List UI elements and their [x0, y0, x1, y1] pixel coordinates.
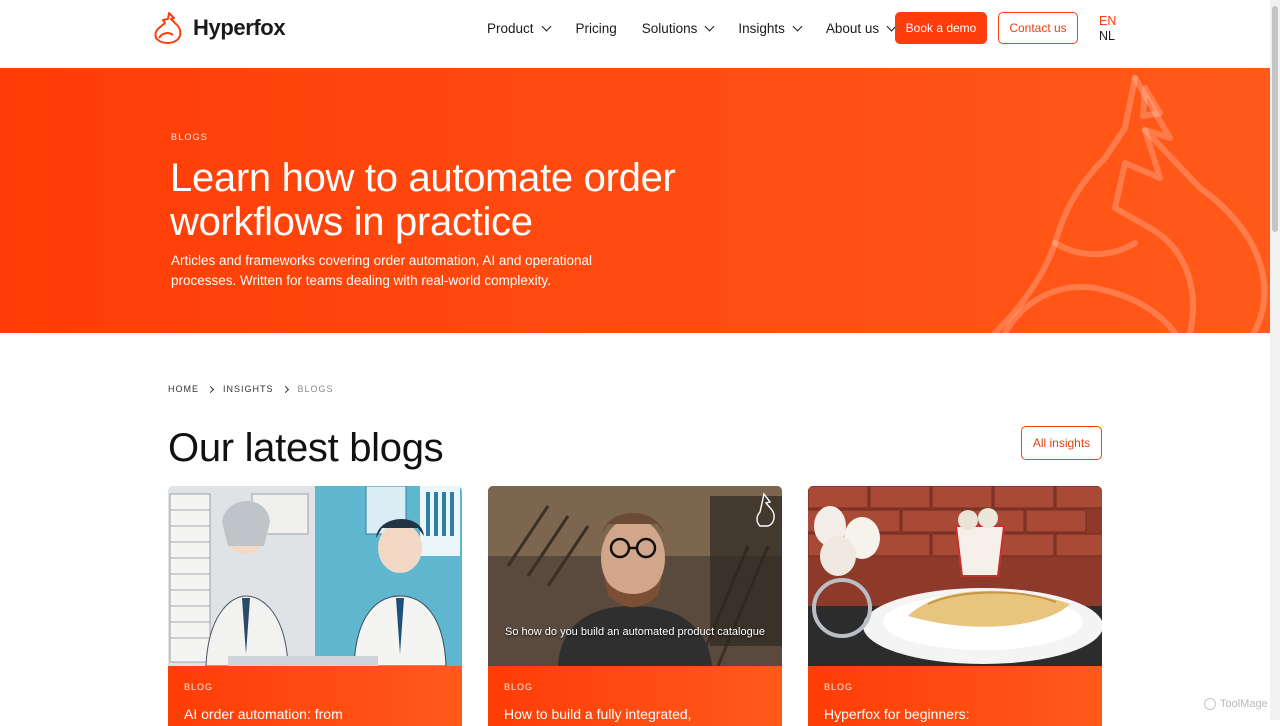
language-switcher: EN NL	[1099, 14, 1116, 43]
card-body: BLOG Hyperfox for beginners:	[808, 666, 1102, 726]
book-demo-button[interactable]: Book a demo	[895, 12, 987, 44]
blog-card[interactable]: So how do you build an automated product…	[488, 486, 782, 726]
blog-card[interactable]: BLOG Hyperfox for beginners:	[808, 486, 1102, 726]
nav-insights-label: Insights	[738, 20, 785, 36]
nav-pricing[interactable]: Pricing	[576, 21, 617, 36]
nav-pricing-label: Pricing	[575, 20, 617, 36]
chevron-down-icon	[792, 21, 803, 31]
main-nav: Product Pricing Solutions Insights About…	[487, 18, 897, 38]
toolmage-logo-icon	[1204, 698, 1216, 710]
video-caption: So how do you build an automated product…	[505, 626, 765, 638]
contact-us-button[interactable]: Contact us	[998, 12, 1078, 44]
chevron-right-icon	[281, 385, 289, 393]
nav-solutions-label: Solutions	[641, 20, 698, 36]
hero-eyebrow: BLOGS	[171, 132, 209, 142]
breadcrumb-blogs: BLOGS	[297, 384, 334, 394]
all-insights-button[interactable]: All insights	[1021, 426, 1102, 460]
section-title: Our latest blogs	[168, 426, 444, 470]
fox-watermark-icon	[992, 75, 1268, 333]
fox-logo-icon	[154, 12, 182, 44]
nav-product-label: Product	[487, 20, 534, 36]
nav-insights[interactable]: Insights	[738, 20, 803, 36]
chevron-right-icon	[206, 385, 215, 393]
card-image-crepes-photo	[808, 486, 1102, 666]
card-image-video-still	[488, 486, 782, 666]
nav-solutions[interactable]: Solutions	[641, 20, 715, 36]
nav-about-us-label: About us	[825, 20, 880, 36]
card-body: BLOG AI order automation: from	[168, 666, 462, 726]
toolmage-label: ToolMage	[1220, 698, 1268, 710]
brand-name: Hyperfox	[193, 15, 286, 40]
nav-about-us[interactable]: About us	[825, 20, 897, 36]
card-body: BLOG How to build a fully integrated,	[488, 666, 782, 726]
lang-en[interactable]: EN	[1099, 14, 1116, 29]
hero-title: Learn how to automate order workflows in…	[170, 156, 676, 244]
breadcrumb-insights[interactable]: INSIGHTS	[223, 384, 274, 394]
lang-nl[interactable]: NL	[1099, 29, 1116, 44]
hero-banner: BLOGS Learn how to automate order workfl…	[0, 68, 1270, 333]
breadcrumb-home[interactable]: HOME	[168, 384, 199, 394]
card-tag: BLOG	[824, 682, 854, 692]
breadcrumb: HOME INSIGHTS BLOGS	[168, 384, 334, 394]
hero-subtitle: Articles and frameworks covering order a…	[171, 253, 592, 288]
scrollbar-thumb[interactable]	[1272, 6, 1278, 232]
card-tag: BLOG	[184, 682, 214, 692]
card-image-office-illustration	[168, 486, 462, 666]
site-header: Hyperfox Product Pricing Solutions Insig…	[0, 0, 1270, 68]
toolmage-watermark: ToolMage	[1204, 698, 1268, 710]
brand-logo[interactable]: Hyperfox	[153, 10, 286, 46]
blog-card[interactable]: BLOG AI order automation: from	[168, 486, 462, 726]
card-tag: BLOG	[504, 682, 534, 692]
chevron-down-icon	[704, 21, 715, 31]
chevron-down-icon	[541, 21, 551, 31]
nav-product[interactable]: Product	[487, 20, 551, 36]
page-scrollbar[interactable]	[1270, 0, 1280, 720]
